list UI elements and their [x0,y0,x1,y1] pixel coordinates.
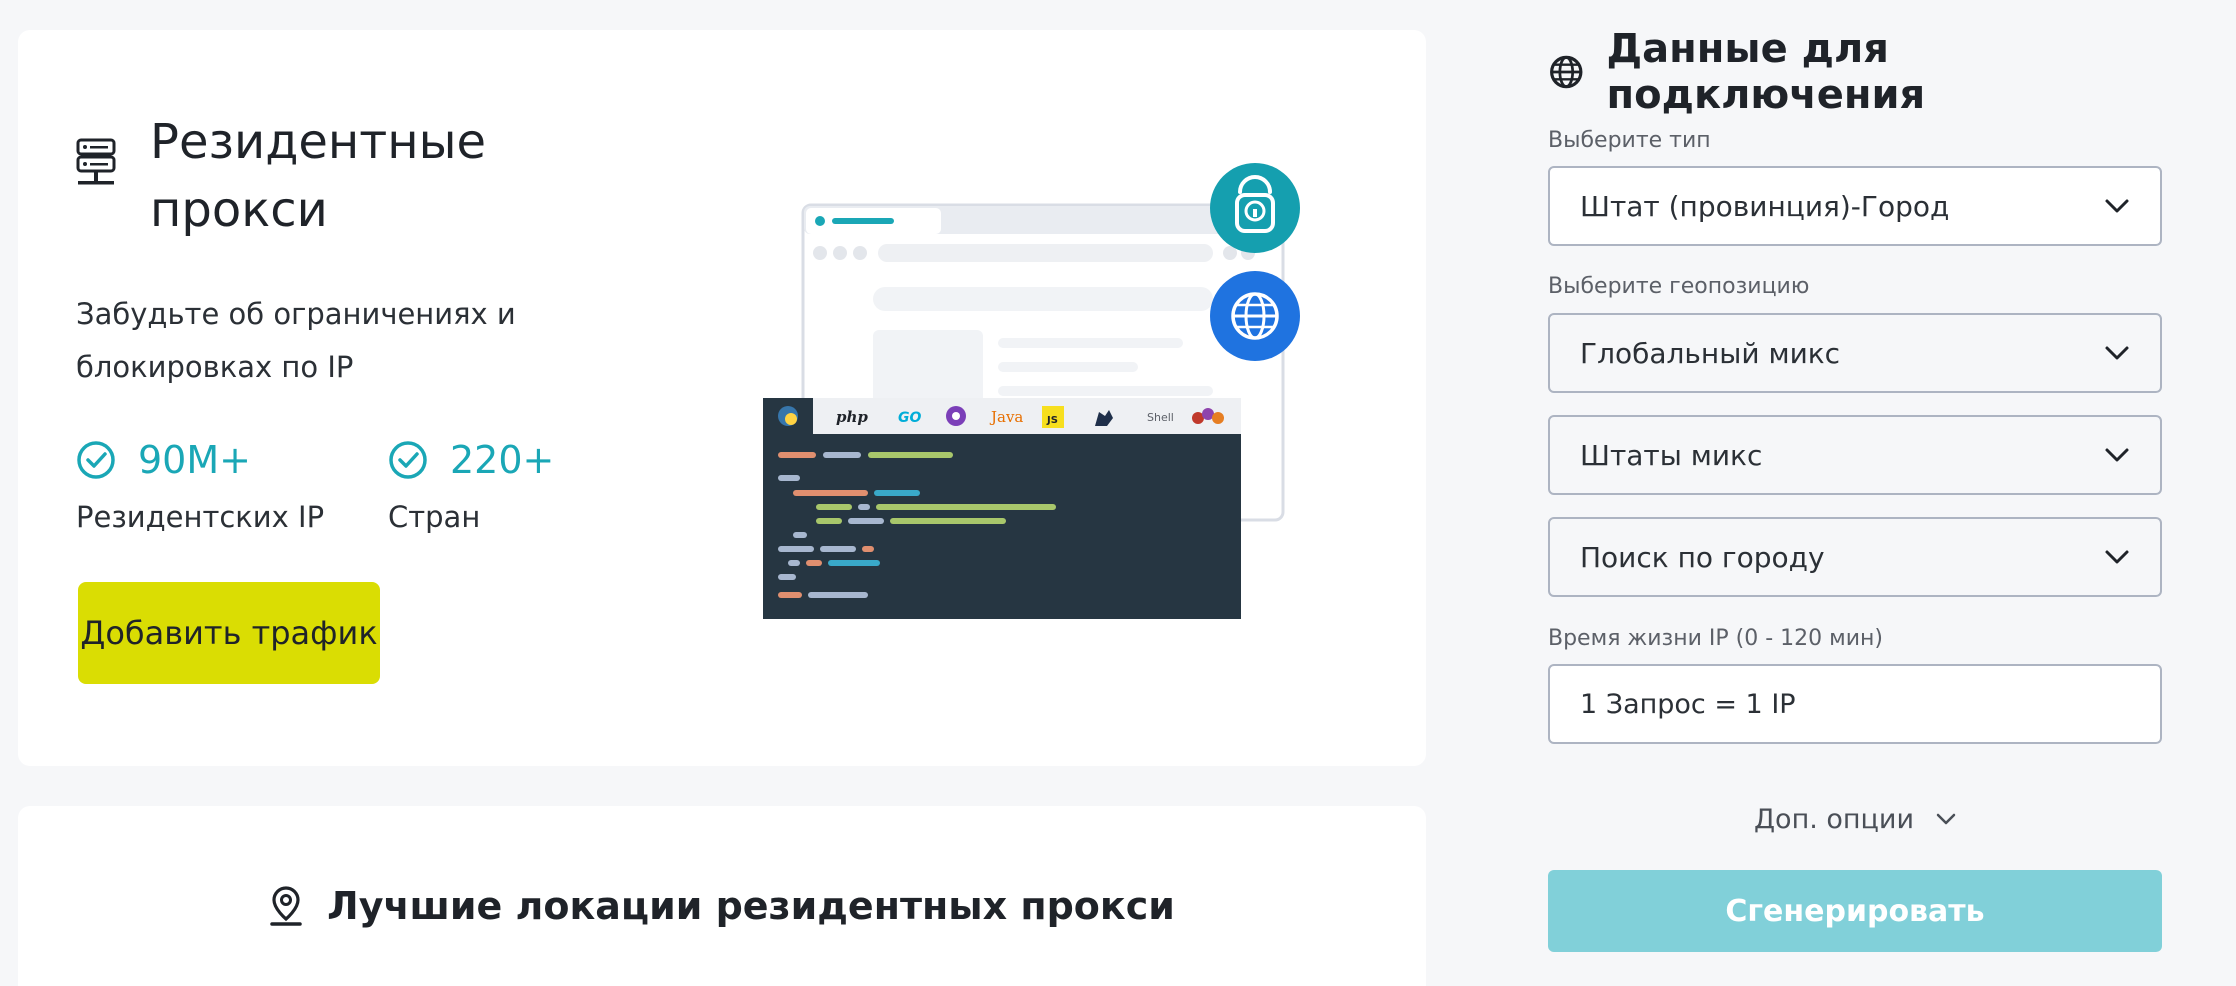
more-options-label: Доп. опции [1753,803,1915,835]
lang-tab-java: Java [989,408,1023,426]
locations-title: Лучшие локации резидентных прокси [327,884,1175,928]
chevron-down-icon [2105,550,2129,564]
check-circle-icon [389,441,427,479]
stat-label: Стран [388,500,481,534]
type-label: Выберите тип [1548,128,1711,153]
state-select-value: Штаты микс [1580,438,1763,472]
locations-header: Лучшие локации резидентных прокси [18,884,1426,928]
globe-illustration-icon [1210,271,1300,361]
type-select-value: Штат (провинция)-Город [1580,189,1950,223]
panel-header: Данные для подключения [1548,26,2168,118]
globe-icon [1550,55,1583,89]
more-options-button[interactable]: Доп. опции [1548,788,2162,850]
code-block-illustration [763,434,1241,619]
location-pin-icon [270,886,302,926]
stat-value: 220+ [450,438,555,482]
generate-button[interactable]: Сгенерировать [1548,870,2162,952]
chevron-down-icon [2105,199,2129,213]
hero-title: Резидентные прокси [150,114,487,238]
lang-tab-js: JS [1046,415,1058,426]
lang-tab-shell: Shell [1147,411,1174,424]
geo-label: Выберите геопозицию [1548,274,1810,299]
type-select[interactable]: Штат (провинция)-Город [1548,166,2162,246]
stat-residential-ip: 90M+ Резидентских IP [76,438,324,534]
lang-tab-php: php [836,408,868,426]
panel-title: Данные для подключения [1606,26,1926,118]
server-icon [76,138,116,185]
hero-card: Резидентные прокси Забудьте об ограничен… [18,30,1426,766]
hero-description: Забудьте об ограничениях и блокировках п… [76,297,516,384]
chevron-down-icon [2105,448,2129,462]
chevron-down-icon [1936,813,1956,825]
stat-value: 90M+ [138,438,251,482]
connection-panel: Данные для подключения Выберите тип Штат… [1548,0,2168,986]
geo-select-value: Глобальный микс [1580,336,1841,370]
hero-header: Резидентные прокси [76,108,610,244]
add-traffic-button[interactable]: Добавить трафик [78,582,380,684]
hero-illustration: php GO Java JS Shell [763,163,1300,619]
city-select-value: Поиск по городу [1580,540,1825,574]
chevron-down-icon [2105,346,2129,360]
lock-icon [1210,163,1300,253]
locations-card: Лучшие локации резидентных прокси [18,806,1426,986]
ttl-label: Время жизни IP (0 - 120 мин) [1548,626,1884,651]
city-search-select[interactable]: Поиск по городу [1548,517,2162,597]
geo-select[interactable]: Глобальный микс [1548,313,2162,393]
state-select[interactable]: Штаты микс [1548,415,2162,495]
check-circle-icon [77,441,115,479]
stat-countries: 220+ Стран [388,438,554,534]
stat-label: Резидентских IP [76,500,325,534]
ttl-input[interactable] [1548,664,2162,744]
lang-tab-go: GO [898,410,921,426]
